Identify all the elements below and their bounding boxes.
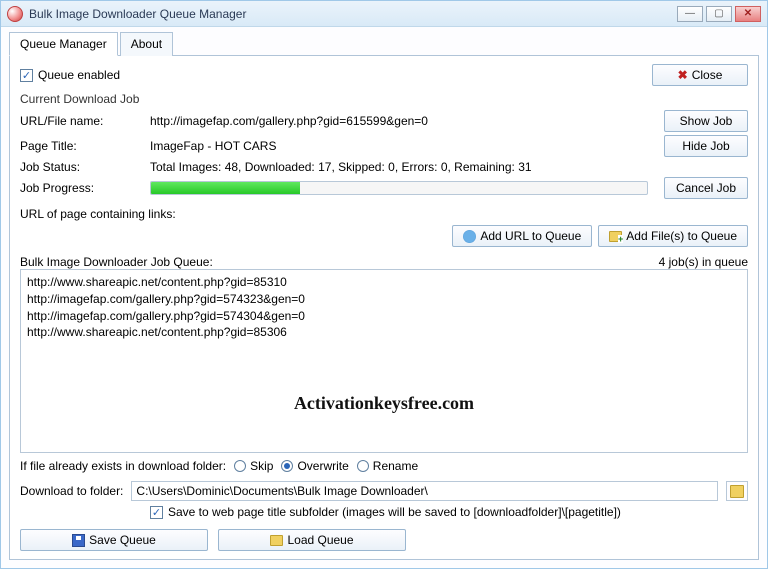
subfolder-checkbox[interactable]: ✓ <box>150 506 163 519</box>
app-window: Bulk Image Downloader Queue Manager — ▢ … <box>0 0 768 569</box>
folder-add-icon <box>609 231 622 242</box>
browse-icon <box>730 485 744 498</box>
status-value: Total Images: 48, Downloaded: 17, Skippe… <box>150 160 648 174</box>
load-queue-button[interactable]: Load Queue <box>218 529 406 551</box>
url-label: URL/File name: <box>20 114 150 128</box>
queue-listbox[interactable]: http://www.shareapic.net/content.php?gid… <box>20 269 748 453</box>
add-files-button[interactable]: Add File(s) to Queue <box>598 225 748 247</box>
radio-skip-label: Skip <box>250 459 273 473</box>
maximize-button[interactable]: ▢ <box>706 6 732 22</box>
queue-enabled-checkbox[interactable]: ✓ <box>20 69 33 82</box>
window-close-button[interactable]: ✕ <box>735 6 761 22</box>
queue-item[interactable]: http://imagefap.com/gallery.php?gid=5743… <box>27 291 741 308</box>
tab-queue-manager[interactable]: Queue Manager <box>9 32 118 56</box>
pagetitle-value: ImageFap - HOT CARS <box>150 139 648 153</box>
progress-label: Job Progress: <box>20 181 150 195</box>
load-icon <box>270 535 283 546</box>
status-label: Job Status: <box>20 160 150 174</box>
radio-overwrite-label: Overwrite <box>297 459 348 473</box>
url-input-label: URL of page containing links: <box>20 207 748 221</box>
job-info-grid: URL/File name: http://imagefap.com/galle… <box>20 110 748 199</box>
radio-rename-label: Rename <box>373 459 418 473</box>
add-url-button[interactable]: Add URL to Queue <box>452 225 592 247</box>
radio-overwrite[interactable] <box>281 460 293 472</box>
queue-enabled-label: Queue enabled <box>38 68 120 82</box>
close-button[interactable]: ✖ Close <box>652 64 748 86</box>
globe-icon <box>463 230 476 243</box>
exists-label: If file already exists in download folde… <box>20 459 226 473</box>
progress-bar <box>150 181 648 195</box>
browse-folder-button[interactable] <box>726 481 748 501</box>
radio-rename[interactable] <box>357 460 369 472</box>
queue-count: 4 job(s) in queue <box>659 255 748 269</box>
queue-item[interactable]: http://www.shareapic.net/content.php?gid… <box>27 324 741 341</box>
tab-about[interactable]: About <box>120 32 173 56</box>
show-job-button[interactable]: Show Job <box>664 110 748 132</box>
tab-strip: Queue Manager About <box>9 31 759 56</box>
queue-list-label: Bulk Image Downloader Job Queue: <box>20 255 213 269</box>
minimize-button[interactable]: — <box>677 6 703 22</box>
titlebar: Bulk Image Downloader Queue Manager — ▢ … <box>1 1 767 27</box>
window-title: Bulk Image Downloader Queue Manager <box>29 7 674 21</box>
pagetitle-label: Page Title: <box>20 139 150 153</box>
cancel-job-button[interactable]: Cancel Job <box>664 177 748 199</box>
save-queue-button[interactable]: Save Queue <box>20 529 208 551</box>
content-area: Queue Manager About ✓ Queue enabled ✖ Cl… <box>1 27 767 568</box>
save-icon <box>72 534 85 547</box>
close-icon: ✖ <box>678 68 688 82</box>
current-job-heading: Current Download Job <box>20 92 748 106</box>
queue-panel: ✓ Queue enabled ✖ Close Current Download… <box>9 56 759 560</box>
app-icon <box>7 6 23 22</box>
download-folder-label: Download to folder: <box>20 484 123 498</box>
subfolder-label: Save to web page title subfolder (images… <box>168 505 621 519</box>
radio-skip[interactable] <box>234 460 246 472</box>
hide-job-button[interactable]: Hide Job <box>664 135 748 157</box>
queue-item[interactable]: http://www.shareapic.net/content.php?gid… <box>27 274 741 291</box>
download-folder-input[interactable] <box>131 481 718 501</box>
queue-item[interactable]: http://imagefap.com/gallery.php?gid=5743… <box>27 308 741 325</box>
url-value: http://imagefap.com/gallery.php?gid=6155… <box>150 114 648 128</box>
